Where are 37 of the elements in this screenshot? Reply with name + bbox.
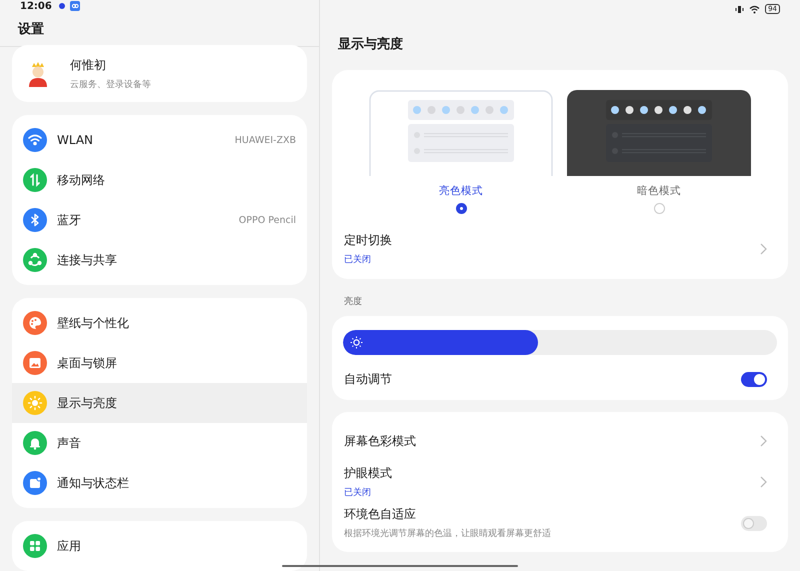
option-label: 屏幕色彩模式 xyxy=(344,432,416,450)
home-indicator[interactable] xyxy=(282,565,518,567)
page-title: 设置 xyxy=(18,21,44,38)
status-dot-icon xyxy=(58,3,65,9)
vibrate-icon xyxy=(735,4,744,14)
theme-option-label: 亮色模式 xyxy=(439,184,483,198)
sidebar-item[interactable]: 桌面与锁屏 xyxy=(12,343,307,383)
sidebar-item[interactable]: 通知与状态栏 xyxy=(12,463,307,503)
profile-name: 何惟初 xyxy=(70,56,107,74)
avatar-icon xyxy=(26,60,50,86)
option-label: 环境色自适应 xyxy=(344,506,417,523)
option-status: 已关闭 xyxy=(344,486,372,499)
profile-card[interactable]: 何惟初 云服务、登录设备等 xyxy=(12,45,307,102)
option-description: 根据环境光调节屏幕的色温，让眼睛观看屏幕更舒适 xyxy=(344,528,551,540)
sidebar-item[interactable]: 连接与共享 xyxy=(12,240,307,280)
profile-subtitle: 云服务、登录设备等 xyxy=(70,78,151,90)
auto-brightness-toggle[interactable] xyxy=(741,372,767,387)
sidebar-item[interactable]: 壁纸与个性化 xyxy=(12,303,307,343)
brightness-slider[interactable] xyxy=(343,330,777,355)
schedule-row[interactable]: 定时切换 已关闭 xyxy=(332,232,788,266)
theme-option-label: 暗色模式 xyxy=(637,184,681,198)
sidebar-item[interactable]: 移动网络 xyxy=(12,160,307,200)
section-heading: 亮度 xyxy=(343,296,363,309)
theme-radio[interactable] xyxy=(456,203,466,214)
sidebar-item[interactable]: 声音 xyxy=(12,423,307,463)
option-label: 护眼模式 xyxy=(344,465,392,482)
sidebar-item[interactable]: 蓝牙 OPPO Pencil xyxy=(12,200,307,240)
auto-brightness-label: 自动调节 xyxy=(344,371,392,388)
sun-icon xyxy=(350,336,363,349)
sidebar-item[interactable]: WLAN HUAWEI-ZXB xyxy=(12,120,307,160)
chevron-icon[interactable] xyxy=(760,435,767,447)
page-title: 显示与亮度 xyxy=(338,36,403,53)
chevron-icon xyxy=(760,243,767,255)
sidebar-item[interactable]: 显示与亮度 xyxy=(12,383,307,423)
status-time: 12:06 xyxy=(20,0,52,12)
chevron-icon[interactable] xyxy=(760,476,767,488)
wifi-status-icon xyxy=(749,4,760,14)
